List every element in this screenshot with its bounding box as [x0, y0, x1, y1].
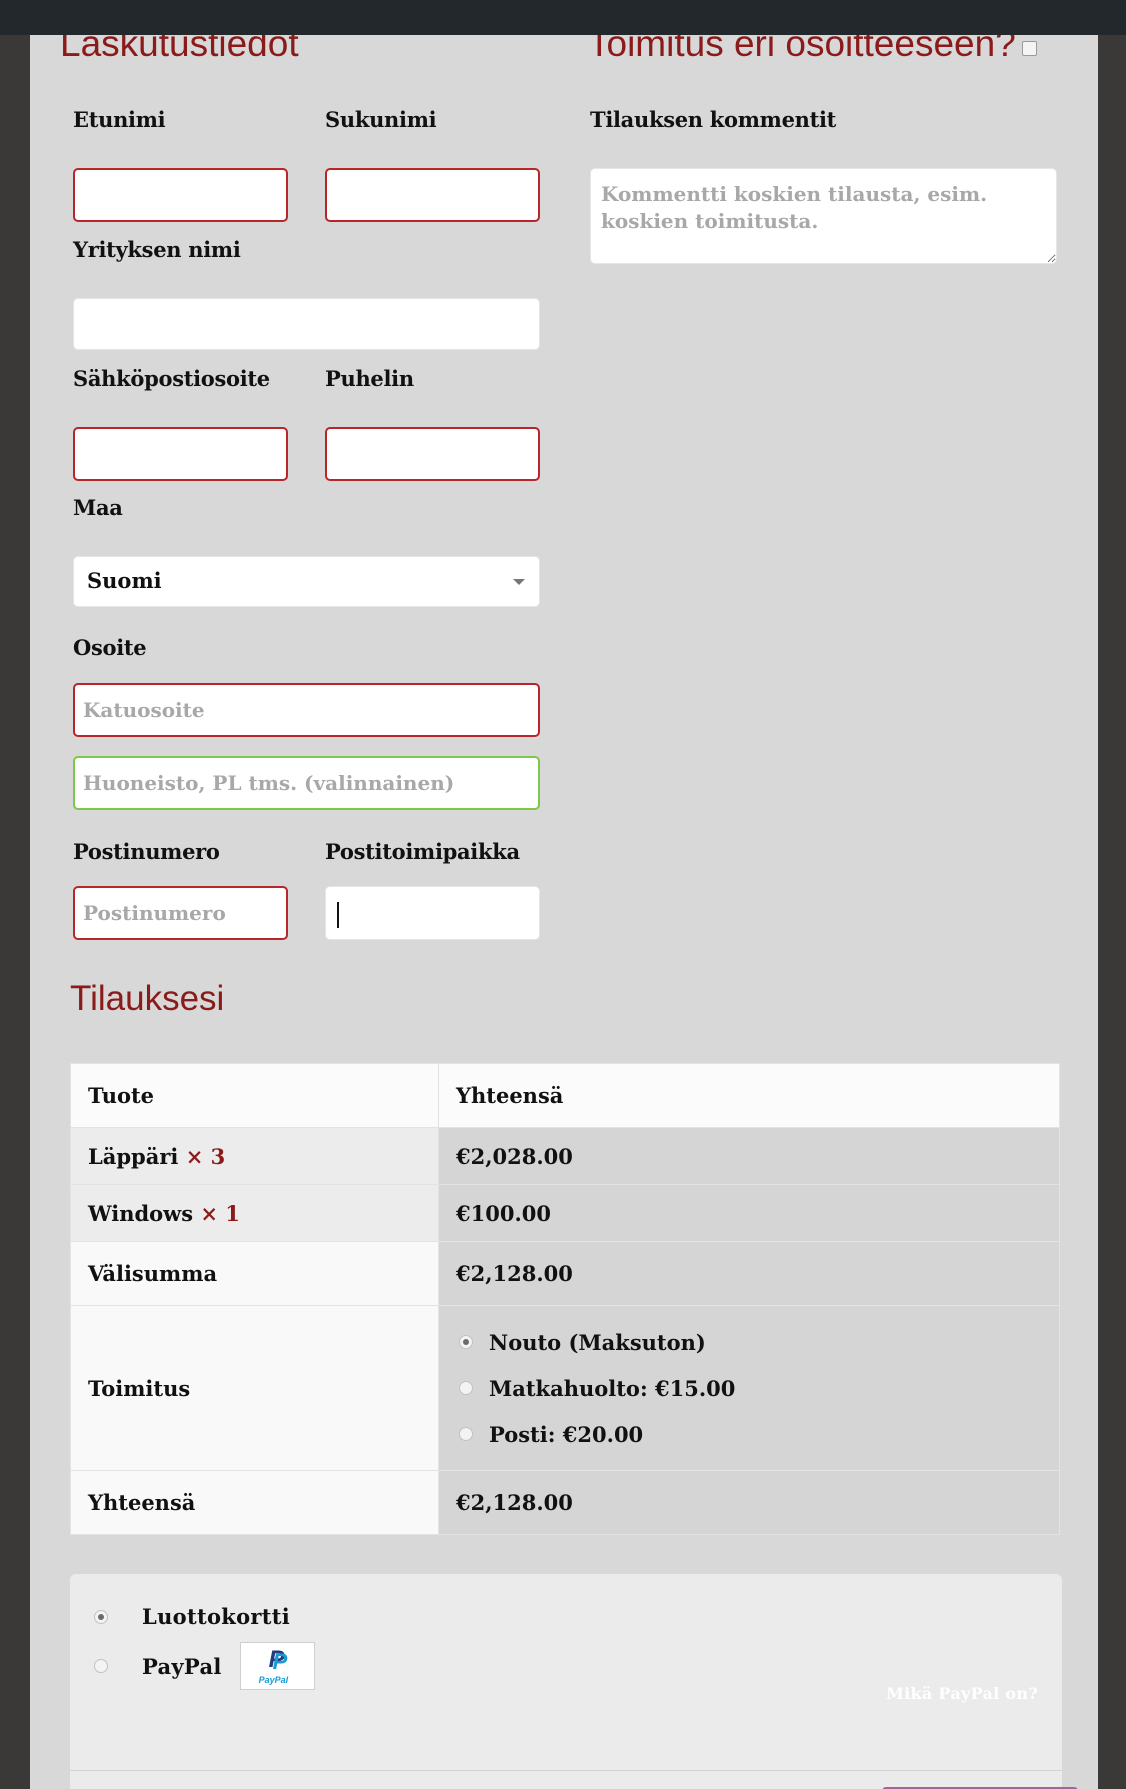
country-label: Maa [73, 495, 123, 520]
product-name: Läppäri [88, 1143, 179, 1169]
what-is-paypal-link[interactable]: Mikä PayPal on? [886, 1684, 1038, 1703]
last-name-input[interactable] [325, 168, 540, 222]
product-qty: × 1 [200, 1200, 240, 1226]
country-select[interactable]: Suomi [73, 556, 540, 607]
payment-method-label: PayPal [142, 1653, 222, 1679]
city-input[interactable] [325, 886, 540, 940]
first-name-input[interactable] [73, 168, 288, 222]
email-input[interactable] [73, 427, 288, 481]
payment-method-paypal[interactable]: PayPal PP PayPal [94, 1642, 315, 1690]
last-name-label: Sukunimi [325, 107, 437, 132]
city-field[interactable] [325, 886, 540, 940]
text-cursor [337, 902, 339, 928]
ship-different-checkbox[interactable] [1021, 40, 1037, 56]
first-name-label: Etunimi [73, 107, 166, 132]
shipping-option-posti[interactable]: Posti: €20.00 [456, 1411, 1042, 1457]
table-header-row: Tuote Yhteensä [70, 1063, 1060, 1128]
address2-input[interactable] [73, 756, 540, 810]
address-label: Osoite [73, 635, 147, 660]
paypal-logo-text: PayPal [258, 1675, 289, 1685]
radio-icon[interactable] [94, 1609, 108, 1624]
billing-heading: Laskutustiedot [60, 35, 299, 64]
radio-icon[interactable] [459, 1381, 473, 1395]
ship-different-heading: Toimitus eri osoitteeseen? [588, 35, 1016, 64]
company-label: Yrityksen nimi [73, 237, 241, 262]
subtotal-value: €2,128.00 [438, 1241, 1060, 1306]
phone-input[interactable] [325, 427, 540, 481]
table-row: Windows × 1 €100.00 [70, 1184, 1060, 1242]
product-total: €100.00 [438, 1184, 1060, 1242]
address1-input[interactable] [73, 683, 540, 737]
shipping-row: Toimitus Nouto (Maksuton) Matkahuolto: €… [70, 1305, 1060, 1471]
product-cell: Windows × 1 [70, 1184, 439, 1242]
shipping-option-label: Matkahuolto: €15.00 [489, 1375, 736, 1401]
order-review-table: Tuote Yhteensä Läppäri × 3 €2,028.00 Win… [70, 1063, 1060, 1535]
email-label: Sähköpostiosoite [73, 366, 270, 391]
chevron-down-icon [513, 579, 525, 585]
top-admin-bar [0, 0, 1126, 35]
subtotal-label: Välisumma [70, 1241, 439, 1306]
order-total-value: €2,128.00 [438, 1470, 1060, 1535]
product-total: €2,028.00 [438, 1127, 1060, 1185]
product-qty: × 3 [185, 1143, 226, 1169]
shipping-option-label: Nouto (Maksuton) [489, 1329, 706, 1355]
payment-method-label: Luottokortti [142, 1604, 291, 1629]
payment-method-card[interactable]: Luottokortti [94, 1604, 290, 1629]
shipping-option-label: Posti: €20.00 [489, 1421, 644, 1447]
order-total-label: Yhteensä [70, 1470, 439, 1535]
product-cell: Läppäri × 3 [70, 1127, 439, 1185]
checkout-page: Laskutustiedot Toimitus eri osoitteeseen… [30, 35, 1098, 1789]
postcode-label: Postinumero [73, 839, 220, 864]
col-product-header: Tuote [70, 1063, 439, 1128]
product-name: Windows [88, 1200, 194, 1226]
city-label: Postitoimipaikka [325, 839, 520, 864]
table-row: Läppäri × 3 €2,028.00 [70, 1127, 1060, 1185]
divider [70, 1770, 1062, 1771]
col-total-header: Yhteensä [438, 1063, 1060, 1128]
subtotal-row: Välisumma €2,128.00 [70, 1241, 1060, 1306]
radio-icon[interactable] [459, 1427, 473, 1441]
paypal-logo: PP PayPal [239, 1642, 315, 1690]
comments-label: Tilauksen kommentit [590, 107, 837, 132]
shipping-options: Nouto (Maksuton) Matkahuolto: €15.00 Pos… [438, 1305, 1060, 1471]
country-value: Suomi [87, 568, 162, 593]
shipping-option-nouto[interactable]: Nouto (Maksuton) [456, 1319, 1042, 1365]
phone-label: Puhelin [325, 366, 414, 391]
radio-icon[interactable] [459, 1335, 473, 1349]
order-heading: Tilauksesi [70, 979, 225, 1018]
shipping-option-matkahuolto[interactable]: Matkahuolto: €15.00 [456, 1365, 1042, 1411]
company-input[interactable] [73, 298, 540, 350]
postcode-input[interactable] [73, 886, 288, 940]
ship-different-address: Toimitus eri osoitteeseen? [588, 35, 1037, 65]
shipping-label: Toimitus [70, 1305, 439, 1471]
comments-textarea[interactable] [590, 168, 1057, 264]
order-total-row: Yhteensä €2,128.00 [70, 1470, 1060, 1535]
radio-icon[interactable] [94, 1659, 108, 1673]
payment-box: Luottokortti PayPal PP PayPal Mikä PayPa… [70, 1574, 1078, 1789]
